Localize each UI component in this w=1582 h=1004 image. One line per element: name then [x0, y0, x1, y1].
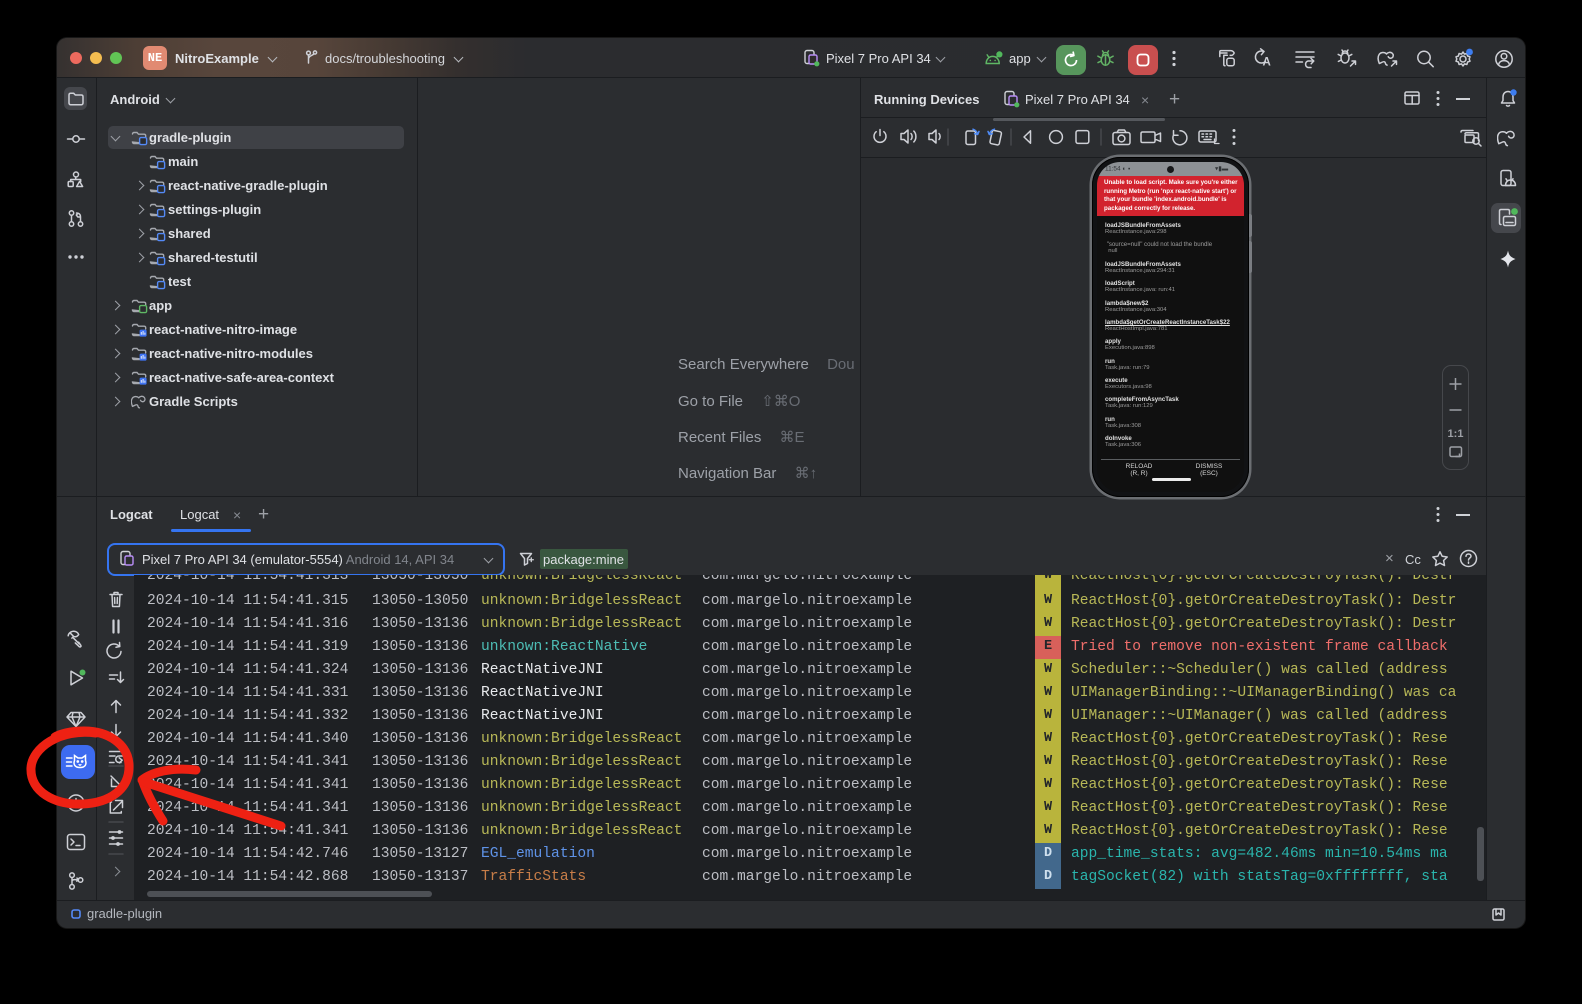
- svg-text:A: A: [1263, 57, 1271, 69]
- svg-text:1:1: 1:1: [1448, 428, 1464, 440]
